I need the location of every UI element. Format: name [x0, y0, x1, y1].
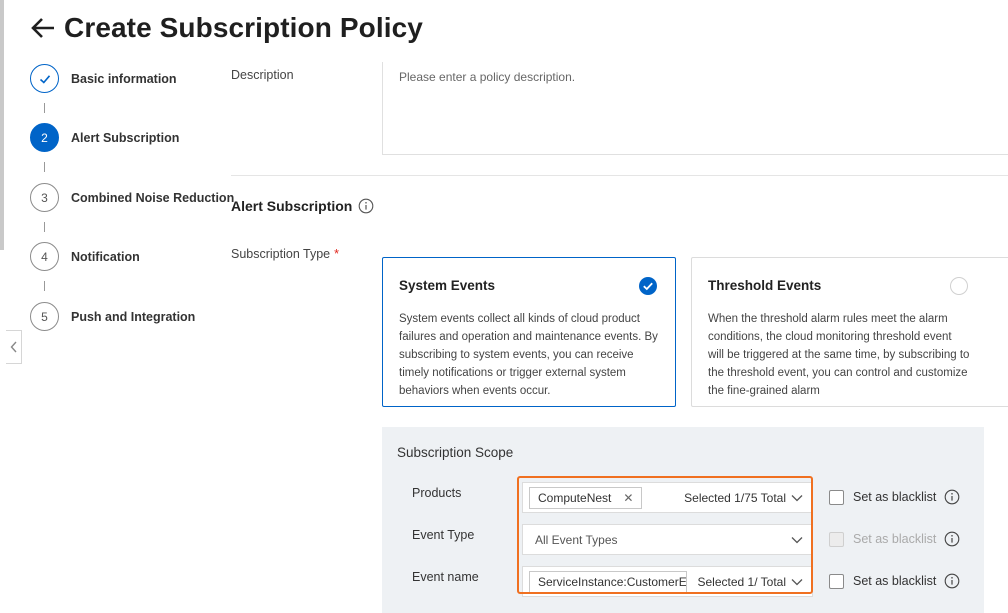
selection-count: Selected 1/75 Total: [678, 490, 786, 505]
step-label: Basic information: [71, 71, 177, 86]
checkmark-icon: [39, 74, 50, 84]
step-done-circle: [30, 64, 59, 93]
card-title: System Events: [399, 278, 496, 293]
back-arrow-icon[interactable]: [30, 15, 56, 41]
system-events-card[interactable]: System Events System events collect all …: [382, 257, 676, 407]
page-title: Create Subscription Policy: [64, 12, 423, 43]
step-connector: [44, 222, 45, 232]
products-blacklist-option[interactable]: Set as blacklist: [829, 489, 960, 505]
step-alert-subscription[interactable]: 2 Alert Subscription: [30, 123, 179, 152]
blacklist-checkbox[interactable]: [829, 489, 844, 505]
section-title-text: Alert Subscription: [231, 198, 353, 214]
left-scrollbar[interactable]: [0, 0, 4, 250]
scope-title: Subscription Scope: [397, 445, 514, 460]
step-notification[interactable]: 4 Notification: [30, 242, 140, 271]
chevron-down-icon: [791, 536, 803, 543]
description-placeholder: Please enter a policy description.: [399, 70, 576, 84]
event-name-label: Event name: [412, 570, 479, 584]
info-icon[interactable]: [944, 531, 960, 547]
event-type-value: All Event Types: [535, 532, 618, 547]
step-basic-information[interactable]: Basic information: [30, 64, 177, 93]
products-select[interactable]: ComputeNest ✕ Selected 1/75 Total: [522, 482, 813, 513]
page-header: Create Subscription Policy: [30, 10, 423, 46]
description-label: Description: [231, 68, 294, 82]
step-number: 5: [30, 302, 59, 331]
subscription-type-label: Subscription Type *: [231, 247, 340, 261]
unchecked-radio[interactable]: [950, 277, 968, 295]
product-tag: ComputeNest ✕: [529, 486, 643, 509]
chevron-left-icon: [10, 341, 17, 353]
checked-circle-icon: [639, 277, 657, 295]
step-number: 4: [30, 242, 59, 271]
collapse-sidebar-button[interactable]: [6, 330, 22, 364]
alert-subscription-heading: Alert Subscription: [231, 198, 374, 214]
event-type-blacklist-option: Set as blacklist: [829, 531, 960, 547]
step-number: 2: [30, 123, 59, 152]
step-label: Combined Noise Reduction: [71, 190, 235, 205]
event-type-label: Event Type: [412, 528, 475, 542]
step-number: 3: [30, 183, 59, 212]
selection-count: Selected 1/ Total: [691, 574, 786, 589]
step-connector: [44, 162, 45, 172]
chevron-down-icon: [791, 494, 803, 501]
products-label: Products: [412, 486, 462, 500]
step-label: Alert Subscription: [71, 130, 180, 145]
remove-tag-icon[interactable]: ✕: [623, 491, 633, 505]
required-mark: *: [334, 247, 340, 261]
event-name-tag: ServiceInstance:CustomerEve: [529, 570, 687, 593]
card-description: System events collect all kinds of cloud…: [399, 313, 658, 397]
chevron-down-icon: [791, 578, 803, 585]
description-textarea[interactable]: Please enter a policy description.: [382, 62, 1008, 155]
card-description: When the threshold alarm rules meet the …: [708, 313, 970, 397]
event-name-blacklist-option[interactable]: Set as blacklist: [829, 573, 960, 589]
section-divider: [231, 175, 1008, 176]
step-combined-noise-reduction[interactable]: 3 Combined Noise Reduction: [30, 183, 234, 212]
blacklist-checkbox[interactable]: [829, 573, 844, 589]
event-type-select[interactable]: All Event Types: [522, 524, 813, 555]
step-label: Notification: [71, 249, 140, 264]
step-connector: [44, 103, 45, 113]
threshold-events-card[interactable]: Threshold Events When the threshold alar…: [691, 257, 1008, 407]
info-icon[interactable]: [944, 573, 960, 589]
step-push-and-integration[interactable]: 5 Push and Integration: [30, 302, 195, 331]
info-icon[interactable]: [358, 198, 374, 214]
event-name-select[interactable]: ServiceInstance:CustomerEve Selected 1/ …: [522, 566, 813, 597]
info-icon[interactable]: [944, 489, 960, 505]
blacklist-checkbox-disabled: [829, 531, 844, 547]
step-label: Push and Integration: [71, 309, 196, 324]
step-connector: [44, 281, 45, 291]
